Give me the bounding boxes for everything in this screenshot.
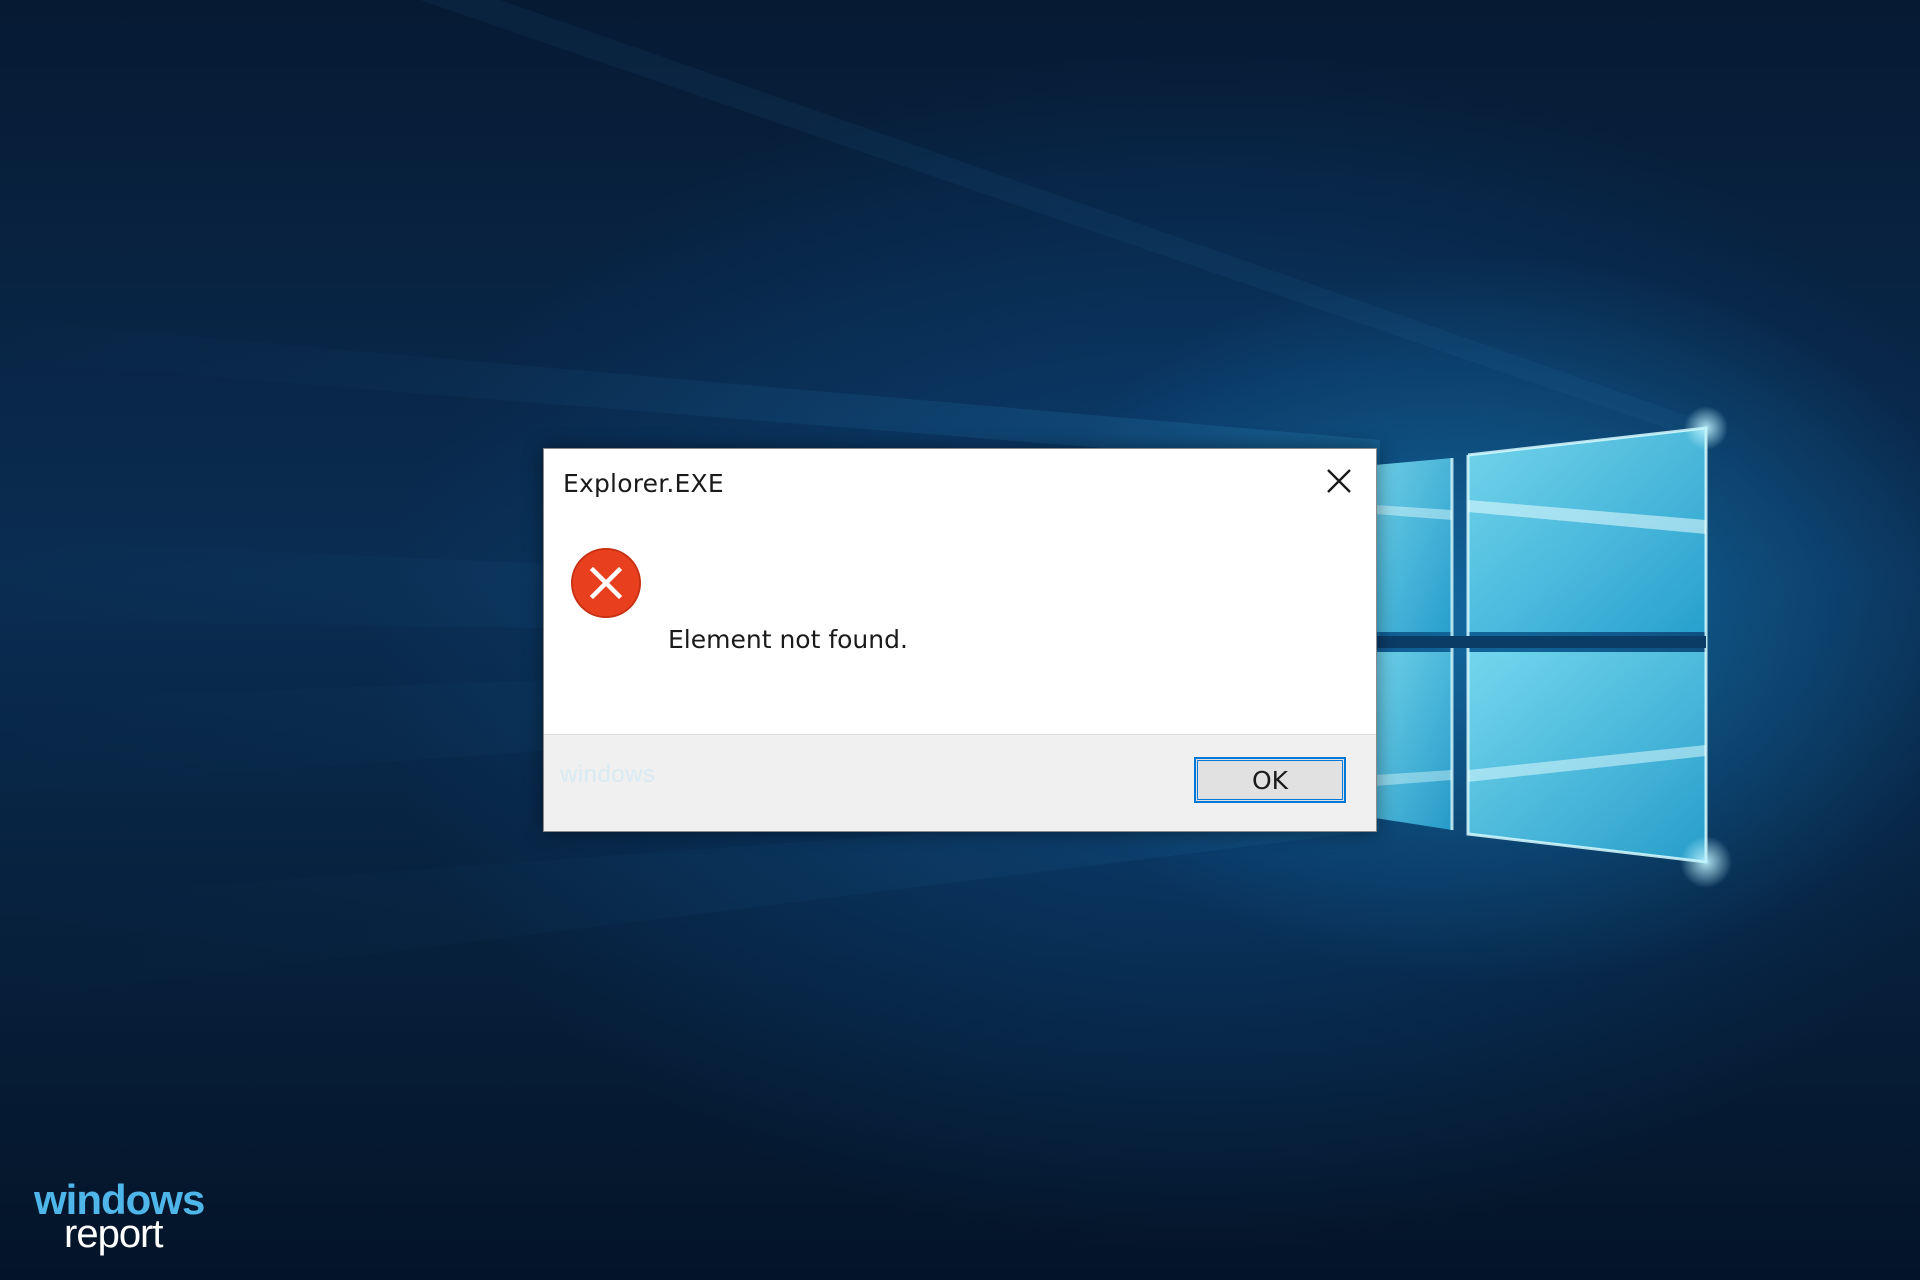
dialog-title: Explorer.EXE	[563, 469, 724, 498]
error-dialog: Explorer.EXE Element not found. windows …	[543, 448, 1377, 832]
dialog-content: Element not found.	[544, 513, 1376, 735]
watermark-text: windows	[560, 761, 656, 788]
close-button[interactable]	[1316, 461, 1362, 501]
ok-button[interactable]: OK	[1194, 757, 1346, 803]
error-icon	[571, 548, 641, 618]
desktop-wallpaper: Explorer.EXE Element not found. windows …	[0, 0, 1920, 1280]
close-icon	[1327, 469, 1351, 493]
dialog-button-bar: windows OK	[544, 734, 1376, 831]
dialog-titlebar[interactable]: Explorer.EXE	[544, 449, 1376, 513]
brand-line-report: report	[64, 1212, 163, 1256]
error-message: Element not found.	[668, 625, 908, 654]
windows-report-logo: windows report	[30, 1176, 210, 1256]
